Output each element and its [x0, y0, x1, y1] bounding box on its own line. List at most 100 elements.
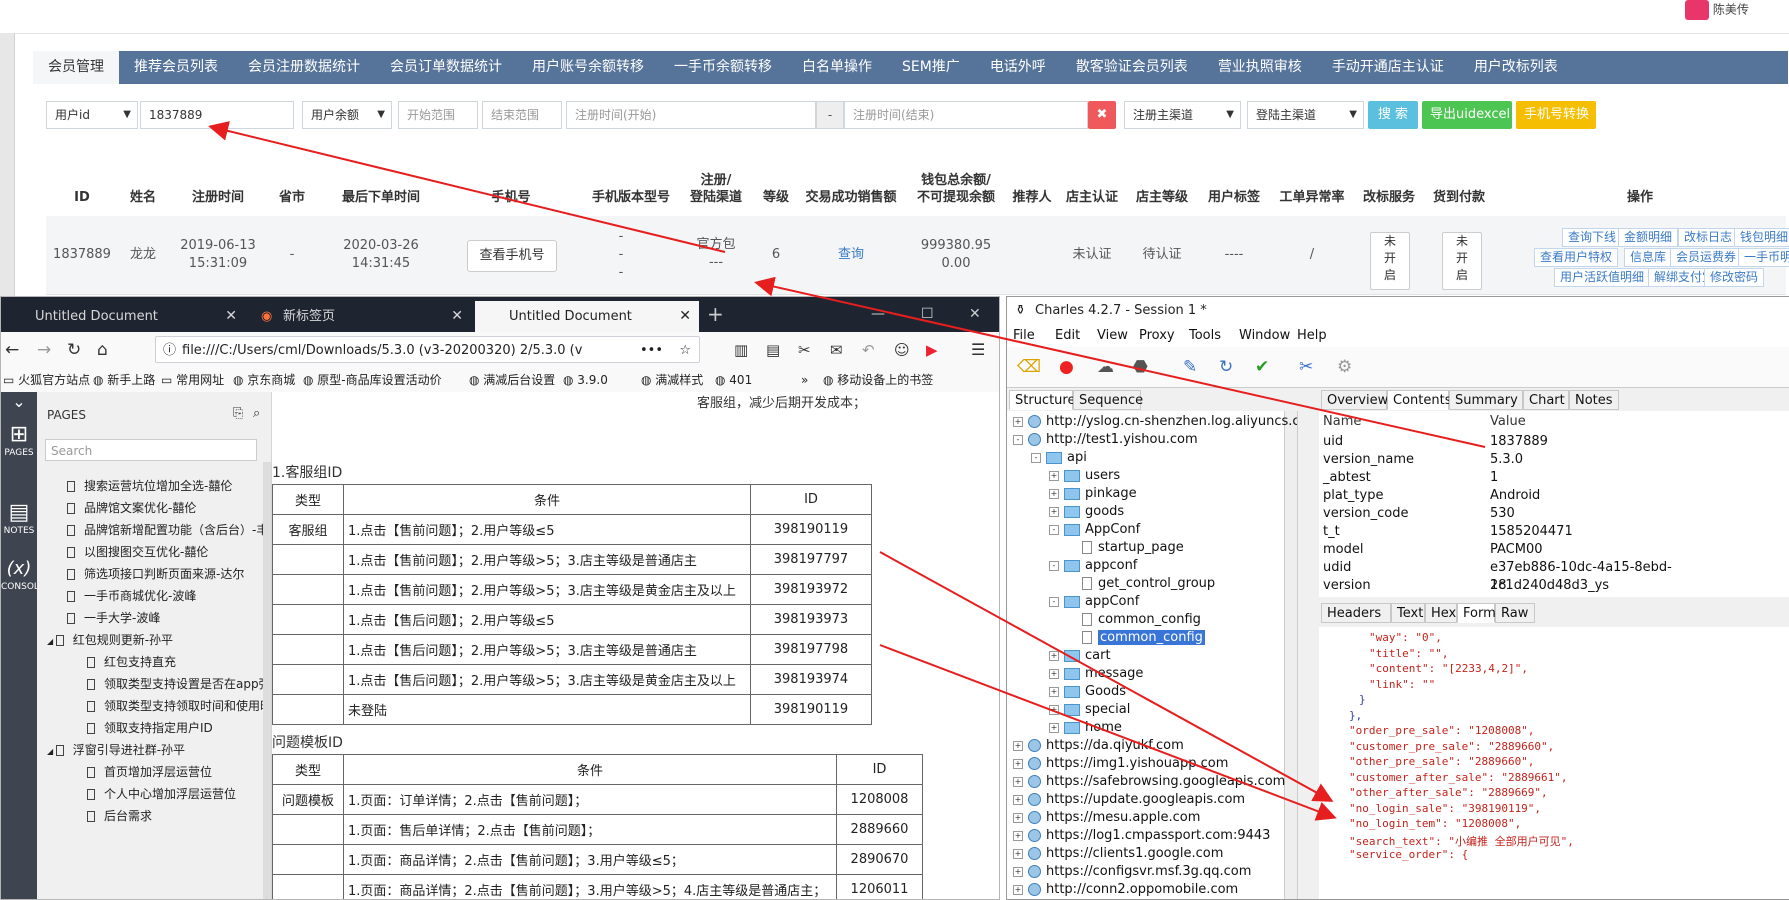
tree-item[interactable]: + message: [1049, 665, 1143, 683]
view-phone-button[interactable]: 查看手机号: [467, 240, 557, 272]
menu-file[interactable]: File: [1013, 325, 1035, 347]
page-item[interactable]: 筛选项接口判断页面来源-达尔: [67, 565, 263, 582]
expand-icon[interactable]: +: [1013, 776, 1023, 787]
export-uidexcel-button[interactable]: 导出uidexcel: [1422, 101, 1512, 129]
tree-item[interactable]: + special: [1049, 701, 1130, 719]
op-button-8[interactable]: 用户活跃值明细: [1554, 268, 1651, 287]
pages-scrollbar[interactable]: [263, 462, 271, 899]
expand-icon[interactable]: +: [1013, 794, 1023, 805]
tab-text[interactable]: Text: [1391, 603, 1425, 623]
bookmark-1[interactable]: ◍ 新手上路: [93, 368, 155, 392]
expand-icon[interactable]: +: [1013, 866, 1023, 877]
reg-channel-select[interactable]: 注册主渠道 ▼: [1124, 101, 1241, 129]
page-item[interactable]: 后台需求: [87, 807, 263, 824]
page-item[interactable]: 品牌馆新增配置功能（含后台）-丰: [67, 521, 263, 538]
tab-chart[interactable]: Chart: [1523, 390, 1569, 410]
menu-help[interactable]: Help: [1297, 325, 1327, 347]
user-badge[interactable]: 陈美传: [1685, 0, 1765, 20]
expand-icon[interactable]: +: [1013, 416, 1023, 427]
kv-row[interactable]: version_code 530: [1319, 505, 1789, 523]
tree-item[interactable]: + cart: [1049, 647, 1111, 665]
pages-search-input[interactable]: Search: [45, 439, 257, 461]
tree-item[interactable]: + pinkage: [1049, 485, 1137, 503]
star-icon[interactable]: ☆: [679, 337, 691, 362]
tab-structure[interactable]: Structure: [1009, 390, 1075, 410]
browser-tab-3[interactable]: Untitled Document ✕: [475, 301, 699, 332]
collapse-icon[interactable]: ⌄: [1, 392, 37, 411]
admin-tab-9[interactable]: 散客验证会员列表: [1061, 51, 1203, 84]
expand-icon[interactable]: +: [1049, 704, 1059, 715]
settings-icon[interactable]: ⚙: [1337, 357, 1352, 377]
admin-tab-8[interactable]: 电话外呼: [975, 51, 1061, 84]
kv-row[interactable]: uid 1837889: [1319, 433, 1789, 451]
page-item[interactable]: 一手币商城优化-波峰: [67, 587, 263, 604]
video-icon[interactable]: ▶: [926, 332, 938, 368]
browser-tab-2[interactable]: ◉ 新标签页 ✕: [249, 301, 471, 332]
bookmark-0[interactable]: ▭ 火狐官方站点: [3, 368, 90, 392]
page-item[interactable]: 品牌馆文案优化-囍伦: [67, 499, 263, 516]
tree-item[interactable]: + https://da.qiyukf.com: [1013, 737, 1184, 755]
browser-tab-1[interactable]: Untitled Document ✕: [1, 301, 245, 332]
page-item[interactable]: 以图搜图交互优化-囍伦: [67, 543, 263, 560]
filter-icon[interactable]: ⌕: [253, 406, 260, 421]
bookmark-8[interactable]: ◍ 401: [715, 368, 752, 392]
phone-transfer-button[interactable]: 手机号转换: [1516, 101, 1596, 129]
collapse-icon[interactable]: -: [1013, 434, 1023, 445]
collapse-icon[interactable]: -: [1031, 452, 1041, 463]
expand-icon[interactable]: +: [1049, 686, 1059, 697]
kv-row[interactable]: t_t 1585204471: [1319, 523, 1789, 541]
expand-icon[interactable]: +: [1013, 812, 1023, 823]
new-tab-icon[interactable]: +: [707, 297, 724, 332]
tree-item[interactable]: + https://mesu.apple.com: [1013, 809, 1200, 827]
tab-headers[interactable]: Headers: [1321, 603, 1391, 623]
broom-icon[interactable]: ⌫: [1017, 357, 1041, 377]
back-icon[interactable]: ←: [5, 332, 19, 368]
bookmark-6[interactable]: ◍ 3.9.0: [563, 368, 608, 392]
close-window-icon[interactable]: ✕: [969, 297, 981, 332]
expand-icon[interactable]: +: [1013, 848, 1023, 859]
start-range-input[interactable]: 开始范围: [398, 101, 478, 129]
expand-icon[interactable]: +: [1049, 506, 1059, 517]
page-item[interactable]: 一手大学-波峰: [67, 609, 263, 626]
cod-toggle[interactable]: 未 开 启: [1442, 232, 1482, 290]
bookmark-2[interactable]: ▭ 常用网址: [161, 368, 224, 392]
tab-hex[interactable]: Hex: [1425, 603, 1457, 623]
export-icon[interactable]: ⎘: [233, 406, 243, 421]
tab-sequence[interactable]: Sequence: [1073, 390, 1143, 410]
sitemap-icon[interactable]: ⊞: [1, 422, 37, 447]
more-icon[interactable]: •••: [640, 337, 663, 362]
close-icon[interactable]: ✕: [451, 301, 463, 332]
menu-proxy[interactable]: Proxy: [1139, 325, 1175, 347]
reload-icon[interactable]: ↻: [67, 332, 81, 368]
menu-view[interactable]: View: [1097, 325, 1128, 347]
bookmark-5[interactable]: ◍ 满减后台设置: [469, 368, 555, 392]
bookmark-7[interactable]: ◍ 满减样式: [641, 368, 703, 392]
tab-notes[interactable]: Notes: [1569, 390, 1619, 410]
minimize-icon[interactable]: —: [871, 297, 885, 332]
admin-tab-1[interactable]: 推荐会员列表: [119, 51, 233, 84]
kv-row[interactable]: udid e37eb886-10dc-4a15-8ebd-1c1d240d48d3…: [1319, 559, 1789, 593]
expand-icon[interactable]: +: [1049, 650, 1059, 661]
login-channel-select[interactable]: 登陆主渠道 ▼: [1247, 101, 1364, 129]
admin-tab-2[interactable]: 会员注册数据统计: [233, 51, 375, 84]
menu-tools[interactable]: Tools: [1189, 325, 1221, 347]
admin-tab-5[interactable]: 一手币余额转移: [659, 51, 787, 84]
collapse-icon[interactable]: -: [1049, 524, 1059, 535]
page-item[interactable]: 领取支持指定用户ID: [87, 719, 263, 736]
expand-icon[interactable]: +: [1049, 722, 1059, 733]
menu-window[interactable]: Window: [1239, 325, 1290, 347]
page-item[interactable]: 首页增加浮层运营位: [87, 763, 263, 780]
clear-button[interactable]: ✖: [1088, 101, 1116, 129]
tree-item[interactable]: + http://conn2.oppomobile.com: [1013, 881, 1238, 899]
notes-icon[interactable]: ▤: [1, 500, 37, 525]
reg-end-input[interactable]: 注册时间(结束): [844, 101, 1088, 129]
reg-start-input[interactable]: 注册时间(开始): [566, 101, 816, 129]
tree-scrollbar[interactable]: [1284, 411, 1297, 899]
tree-item[interactable]: + https://configsvr.msf.3g.qq.com: [1013, 863, 1251, 881]
expand-icon[interactable]: +: [1013, 884, 1023, 895]
op-button-7[interactable]: 一手币明细: [1738, 248, 1789, 267]
tree-item[interactable]: - api: [1031, 449, 1087, 467]
undo-icon[interactable]: ↶: [862, 332, 875, 368]
chevron-right-icon[interactable]: »: [801, 368, 808, 392]
end-range-input[interactable]: 结束范围: [482, 101, 562, 129]
